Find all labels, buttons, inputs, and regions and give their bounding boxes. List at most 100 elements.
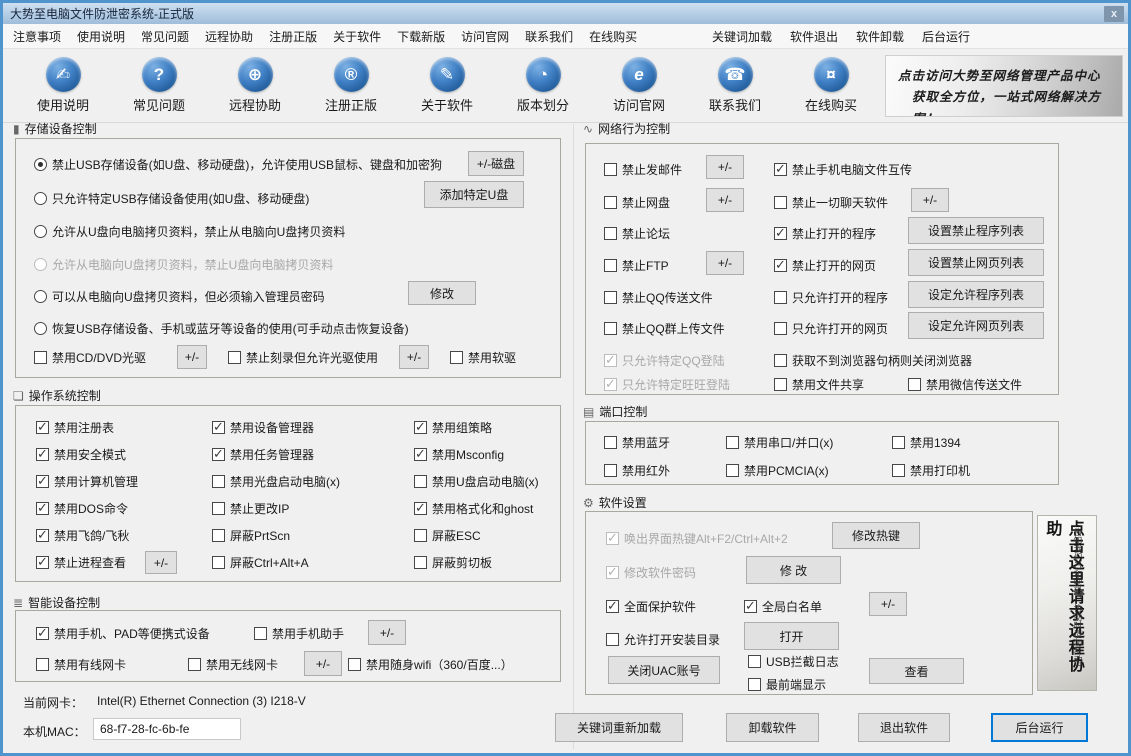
checkbox-disable-1394[interactable]: 禁用1394: [892, 433, 961, 451]
checkbox-forbid-qq-file[interactable]: 禁止QQ传送文件: [604, 288, 713, 306]
os-checkbox-14[interactable]: 屏蔽ESC: [414, 527, 539, 544]
checkbox-forbid-forum[interactable]: 禁止论坛: [604, 224, 670, 242]
checkbox-disable-burning[interactable]: [228, 350, 242, 364]
checkbox-disable-floppy[interactable]: [450, 350, 464, 364]
checkbox-global-whitelist[interactable]: 全局白名单: [744, 597, 822, 615]
btn-exit[interactable]: 退出软件: [858, 713, 950, 742]
radio-icon[interactable]: [34, 191, 47, 205]
btn-email-adjust[interactable]: +/-: [706, 155, 744, 179]
promo-banner[interactable]: 点击访问大势至网络管理产品中心 获取全方位，一站式网络解决方案！: [885, 55, 1123, 117]
os-checkbox-5[interactable]: 禁用Msconfig: [414, 446, 539, 463]
menu-item-run-background[interactable]: 后台运行: [913, 24, 979, 49]
menu-item-uninstall-software[interactable]: 软件卸载: [847, 24, 913, 49]
checkbox-allow-only-webpages[interactable]: 只允许打开的网页: [774, 319, 888, 337]
btn-whitelist-adjust[interactable]: +/-: [869, 592, 907, 616]
radio-usb-to-pc-only[interactable]: 允许从U盘向电脑拷贝资料，禁止从电脑向U盘拷贝资料: [34, 222, 345, 240]
checkbox-forbid-ftp[interactable]: 禁止FTP: [604, 256, 669, 274]
menu-item-7[interactable]: 下载新版: [389, 24, 453, 49]
btn-wireless-adjust[interactable]: +/-: [304, 651, 342, 676]
btn-burn-adjust[interactable]: +/-: [399, 345, 430, 369]
checkbox-disable-serial-parallel[interactable]: 禁用串口/并口(x): [726, 433, 833, 451]
btn-reload-keywords[interactable]: 关键词重新加载: [555, 713, 683, 742]
btn-add-specific-usb[interactable]: 添加特定U盘: [424, 181, 524, 208]
toolbar-item-register[interactable]: ® 注册正版: [303, 49, 399, 122]
toolbar-item-versions[interactable]: ◔ 版本划分: [495, 49, 591, 122]
btn-set-allowed-programs[interactable]: 设定允许程序列表: [908, 281, 1044, 308]
checkbox-allow-only-programs[interactable]: 只允许打开的程序: [774, 288, 888, 306]
os-checkbox-16[interactable]: 屏蔽Ctrl+Alt+A: [212, 554, 414, 571]
radio-restore-devices[interactable]: 恢复USB存储设备、手机或蓝牙等设备的使用(可手动点击恢复设备): [34, 319, 409, 337]
checkbox-open-install-dir[interactable]: 允许打开安装目录: [606, 630, 720, 648]
btn-chat-adjust[interactable]: +/-: [911, 188, 949, 212]
checkbox-disable-wireless-nic[interactable]: 禁用无线网卡: [188, 655, 278, 673]
checkbox-forbid-wechat-file[interactable]: 禁用微信传送文件: [908, 375, 1022, 393]
os-checkbox-6[interactable]: 禁用计算机管理: [36, 473, 212, 490]
checkbox-disable-portable-wifi[interactable]: 禁用随身wifi（360/百度...）: [348, 655, 513, 673]
menu-item-exit-software[interactable]: 软件退出: [781, 24, 847, 49]
checkbox-protect-software[interactable]: 全面保护软件: [606, 597, 696, 615]
btn-netdisk-adjust[interactable]: +/-: [706, 188, 744, 212]
radio-icon[interactable]: [34, 157, 47, 171]
checkbox-forbid-phone-pc-transfer[interactable]: 禁止手机电脑文件互传: [774, 160, 912, 178]
radio-icon[interactable]: [34, 224, 47, 238]
menu-item-5[interactable]: 注册正版: [261, 24, 325, 49]
checkbox-forbid-all-chat[interactable]: 禁止一切聊天软件: [774, 193, 888, 211]
os-checkbox-1[interactable]: 禁用设备管理器: [212, 419, 414, 436]
os-checkbox-15[interactable]: 禁止进程查看 +/-: [36, 551, 212, 574]
os-checkbox-10[interactable]: 禁止更改IP: [212, 500, 414, 517]
menu-item-1[interactable]: 注意事项: [5, 24, 69, 49]
btn-assistant-adjust[interactable]: +/-: [368, 620, 406, 645]
btn-modify-software-password[interactable]: 修 改: [746, 556, 841, 584]
radio-block-usb-storage[interactable]: 禁止USB存储设备(如U盘、移动硬盘)，允许使用USB鼠标、键盘和加密狗: [34, 155, 442, 173]
menu-item-4[interactable]: 远程协助: [197, 24, 261, 49]
btn-view-usb-log[interactable]: 查看: [869, 658, 964, 684]
os-checkbox-2[interactable]: 禁用组策略: [414, 419, 539, 436]
btn-run-background[interactable]: 后台运行: [991, 713, 1088, 742]
radio-copy-with-password[interactable]: 可以从电脑向U盘拷贝资料，但必须输入管理员密码: [34, 287, 325, 305]
menu-item-reload-keywords[interactable]: 关键词加载: [703, 24, 781, 49]
os-checkbox-12[interactable]: 禁用飞鸽/飞秋: [36, 527, 212, 544]
os-checkbox-8[interactable]: 禁用U盘启动电脑(x): [414, 473, 539, 490]
os-checkbox-4[interactable]: 禁用任务管理器: [212, 446, 414, 463]
os-checkbox-7[interactable]: 禁用光盘启动电脑(x): [212, 473, 414, 490]
checkbox-disable-pcmcia[interactable]: 禁用PCMCIA(x): [726, 461, 829, 479]
menu-item-8[interactable]: 访问官网: [453, 24, 517, 49]
os-checkbox-17[interactable]: 屏蔽剪切板: [414, 554, 539, 571]
btn-ftp-adjust[interactable]: +/-: [706, 251, 744, 275]
btn-disk-adjust[interactable]: +/-磁盘: [468, 151, 524, 176]
checkbox-forbid-email[interactable]: 禁止发邮件: [604, 160, 682, 178]
toolbar-item-buy[interactable]: ¤ 在线购买: [783, 49, 879, 122]
checkbox-disable-wired-nic[interactable]: 禁用有线网卡: [36, 655, 126, 673]
btn-set-forbidden-programs[interactable]: 设置禁止程序列表: [908, 217, 1044, 244]
menu-item-2[interactable]: 使用说明: [69, 24, 133, 49]
checkbox-disable-bluetooth[interactable]: 禁用蓝牙: [604, 433, 670, 451]
toolbar-item-contact[interactable]: ☎ 联系我们: [687, 49, 783, 122]
radio-icon[interactable]: [34, 321, 47, 335]
os-checkbox-0[interactable]: 禁用注册表: [36, 419, 212, 436]
toolbar-item-remote-assist[interactable]: ⊕ 远程协助: [207, 49, 303, 122]
btn-modify-hotkey[interactable]: 修改热键: [832, 522, 920, 549]
checkbox-always-on-top[interactable]: 最前端显示: [748, 675, 826, 693]
os-checkbox-11[interactable]: 禁用格式化和ghost: [414, 500, 539, 517]
checkbox-forbid-programs[interactable]: 禁止打开的程序: [774, 224, 876, 242]
checkbox-forbid-webpages[interactable]: 禁止打开的网页: [774, 256, 876, 274]
btn-uninstall[interactable]: 卸载软件: [726, 713, 819, 742]
menu-item-9[interactable]: 联系我们: [517, 24, 581, 49]
btn-open-install-dir[interactable]: 打开: [744, 622, 839, 650]
os-checkbox-13[interactable]: 屏蔽PrtScn: [212, 527, 414, 544]
menu-item-3[interactable]: 常见问题: [133, 24, 197, 49]
close-button[interactable]: x: [1104, 5, 1124, 22]
radio-icon[interactable]: [34, 289, 47, 303]
menu-item-6[interactable]: 关于软件: [325, 24, 389, 49]
checkbox-disable-cd[interactable]: [34, 350, 47, 364]
radio-allow-specific-usb[interactable]: 只允许特定USB存储设备使用(如U盘、移动硬盘): [34, 189, 309, 207]
checkbox-disable-phone-pad[interactable]: 禁用手机、PAD等便携式设备: [36, 624, 210, 642]
toolbar-item-website[interactable]: e 访问官网: [591, 49, 687, 122]
checkbox-disable-phone-assistant[interactable]: 禁用手机助手: [254, 624, 344, 642]
btn-set-allowed-pages[interactable]: 设定允许网页列表: [908, 312, 1044, 339]
btn-set-forbidden-pages[interactable]: 设置禁止网页列表: [908, 249, 1044, 276]
menu-item-10[interactable]: 在线购买: [581, 24, 645, 49]
checkbox-disable-infrared[interactable]: 禁用红外: [604, 461, 670, 479]
checkbox-close-browser-no-handle[interactable]: 获取不到浏览器句柄则关闭浏览器: [774, 351, 972, 369]
toolbar-item-usage-help[interactable]: ✍ 使用说明: [15, 49, 111, 122]
